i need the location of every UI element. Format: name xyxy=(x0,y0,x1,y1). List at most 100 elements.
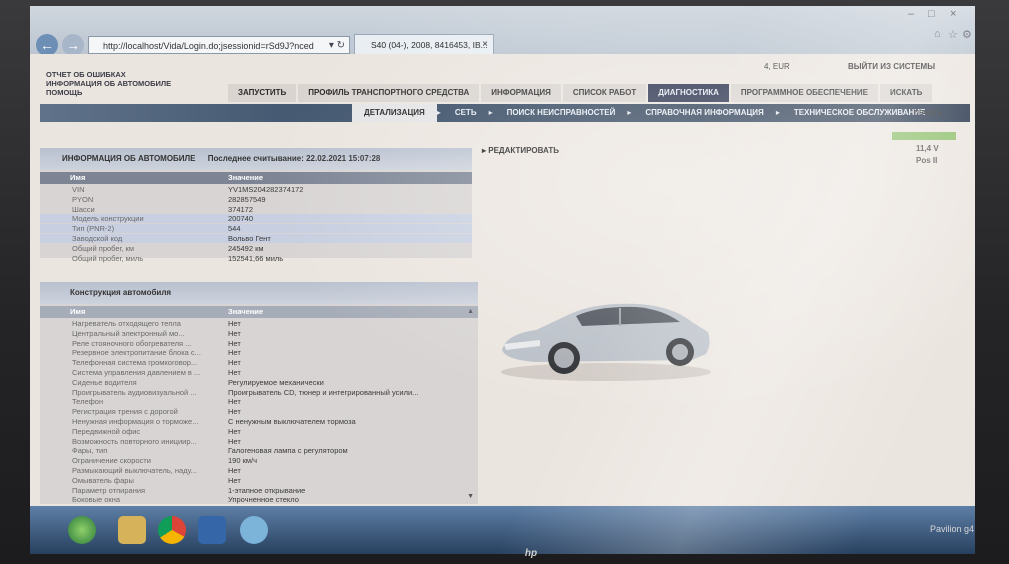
col-value: Значение xyxy=(228,307,264,316)
table-row[interactable]: Общий пробег, км 245492 км xyxy=(40,244,472,253)
table-row[interactable]: Реле стояночного обогревателя ... Нет xyxy=(40,339,478,348)
home-icon[interactable]: ⌂ xyxy=(934,28,941,40)
tab-software[interactable]: ПРОГРАММНОЕ ОБЕСПЕЧЕНИЕ xyxy=(730,84,878,102)
construction-header: Конструкция автомобиля xyxy=(40,282,478,304)
row-name: Модель конструкции xyxy=(72,214,144,224)
table-row[interactable]: Ненужная информация о торможе... С ненужн… xyxy=(40,417,478,426)
row-name: Сиденье водителя xyxy=(72,377,137,387)
vida-page: ОТЧЕТ ОБ ОШИБКАХ ИНФОРМАЦИЯ ОБ АВТОМОБИЛ… xyxy=(30,54,975,506)
row-name: Проигрыватель аудиовизуальной ... xyxy=(72,387,197,397)
table-row[interactable]: Сиденье водителя Регулируемое механически xyxy=(40,378,478,387)
address-bar[interactable]: http://localhost/Vida/Login.do;jsessioni… xyxy=(88,36,350,54)
table-row[interactable]: Регистрация трения с дорогой Нет xyxy=(40,407,478,416)
table-row[interactable]: Заводской код Вольво Гент xyxy=(40,234,472,243)
tab-close-icon[interactable]: × xyxy=(482,35,488,54)
table-row[interactable]: Общий пробег, миль 152541,66 миль xyxy=(40,254,472,263)
floppy-icon[interactable] xyxy=(198,516,226,544)
minimize-icon[interactable]: – xyxy=(908,8,914,20)
row-value: YV1MS204282374172 xyxy=(228,185,304,194)
subtab-troubleshooting[interactable]: ПОИСК НЕИСПРАВНОСТЕЙ xyxy=(495,104,628,122)
tab-title: S40 (04-), 2008, 8416453, IB... xyxy=(371,40,488,50)
scroll-down-icon[interactable]: ▼ xyxy=(467,493,474,500)
table-row[interactable]: Параметр отпирания 1-этапное открывание xyxy=(40,486,478,495)
table-row[interactable]: Телефонная система громкоговор... Нет xyxy=(40,358,478,367)
row-name: Ограничение скорости xyxy=(72,456,151,466)
row-value: Нет xyxy=(228,407,241,417)
logout-link[interactable]: ВЫЙТИ ИЗ СИСТЕМЫ xyxy=(848,62,935,71)
table-row[interactable]: Тип (PNR-2) 544 xyxy=(40,224,472,234)
table-row[interactable]: Модель конструкции 200740 xyxy=(40,214,472,224)
row-name: Шасси xyxy=(72,204,95,214)
table-row[interactable]: Ограничение скорости 190 км/ч xyxy=(40,456,478,465)
address-url: http://localhost/Vida/Login.do;jsessioni… xyxy=(103,41,314,51)
favorites-icon[interactable]: ☆ xyxy=(948,28,958,41)
edit-link[interactable]: ▸ РЕДАКТИРОВАТЬ xyxy=(482,146,559,155)
row-value: 374172 xyxy=(228,204,254,214)
row-value: 200740 xyxy=(228,214,254,224)
folder-icon[interactable] xyxy=(118,516,146,544)
forward-button[interactable]: → xyxy=(62,34,84,56)
browser-tab[interactable]: S40 (04-), 2008, 8416453, IB... × xyxy=(354,34,494,54)
row-name: Боковые окна xyxy=(72,495,121,505)
subtab-details[interactable]: ДЕТАЛИЗАЦИЯ xyxy=(352,104,437,122)
table-row[interactable]: Возможность повторного инициир... Нет xyxy=(40,437,478,446)
row-name: Телефонная система громкоговор... xyxy=(72,358,198,368)
table-row[interactable]: Фары, тип Галогеновая лампа с регулятором xyxy=(40,446,478,455)
row-name: Резервное электропитание блока с... xyxy=(72,348,201,358)
row-value: Нет xyxy=(228,338,241,348)
subtab-network[interactable]: СЕТЬ xyxy=(443,104,489,122)
construction-title: Конструкция автомобиля xyxy=(70,288,172,297)
row-value: 245492 км xyxy=(228,243,264,253)
table-row[interactable]: Проигрыватель аудиовизуальной ... Проигры… xyxy=(40,388,478,397)
currency-label: 4, EUR xyxy=(764,62,790,71)
table-row[interactable]: Нагреватель отходящего тепла Нет xyxy=(40,319,478,328)
table-row[interactable]: Размыкающий выключатель, наду... Нет xyxy=(40,466,478,475)
row-value: 282857549 xyxy=(228,194,266,204)
tab-information[interactable]: ИНФОРМАЦИЯ xyxy=(481,84,561,102)
tab-vehicle-profile[interactable]: ПРОФИЛЬ ТРАНСПОРТНОГО СРЕДСТВА xyxy=(298,84,480,102)
refresh-icon[interactable]: ▾ ↻ xyxy=(329,37,345,53)
row-name: Общий пробег, миль xyxy=(72,253,144,263)
scroll-up-icon[interactable]: ▲ xyxy=(467,308,474,315)
error-report-link[interactable]: ОТЧЕТ ОБ ОШИБКАХ xyxy=(46,70,171,79)
row-value: Нет xyxy=(228,358,241,368)
table-row[interactable]: Передвижной офис Нет xyxy=(40,427,478,436)
table-row[interactable]: VIN YV1MS204282374172 xyxy=(40,185,472,194)
construction-columns: Имя Значение ▲ xyxy=(40,306,478,318)
table-row[interactable]: Омыватель фары Нет xyxy=(40,476,478,485)
vehicle-info-header: ИНФОРМАЦИЯ ОБ АВТОМОБИЛЕ Последнее считы… xyxy=(40,148,472,170)
taskbar xyxy=(30,506,975,554)
gear-icon[interactable]: ⚙ xyxy=(962,28,972,41)
tab-work-list[interactable]: СПИСОК РАБОТ xyxy=(562,84,647,102)
maximize-icon[interactable]: □ xyxy=(928,8,935,20)
row-value: Нет xyxy=(228,319,241,328)
table-row[interactable]: PYON 282857549 xyxy=(40,195,472,204)
row-name: Ненужная информация о торможе... xyxy=(72,417,199,426)
table-row[interactable]: Резервное электропитание блока с... Нет xyxy=(40,348,478,357)
main-nav: ЗАПУСТИТЬ ПРОФИЛЬ ТРАНСПОРТНОГО СРЕДСТВА… xyxy=(228,84,933,102)
col-value: Значение xyxy=(228,173,264,182)
ie-icon[interactable] xyxy=(240,516,268,544)
tab-search[interactable]: ИСКАТЬ xyxy=(879,84,933,102)
table-row[interactable]: Телефон Нет xyxy=(40,397,478,406)
help-link[interactable]: ПОМОЩЬ xyxy=(46,88,171,97)
tab-start[interactable]: ЗАПУСТИТЬ xyxy=(228,84,297,102)
vehicle-info-link[interactable]: ИНФОРМАЦИЯ ОБ АВТОМОБИЛЕ xyxy=(46,79,171,88)
row-name: VIN xyxy=(72,185,85,194)
start-orb-icon[interactable] xyxy=(68,516,96,544)
subtab-reference[interactable]: СПРАВОЧНАЯ ИНФОРМАЦИЯ xyxy=(633,104,775,122)
table-row[interactable]: Боковые окна Упрочненное стекло xyxy=(40,495,478,504)
row-name: Омыватель фары xyxy=(72,475,134,485)
close-window-icon[interactable]: × xyxy=(950,8,956,20)
col-name: Имя xyxy=(70,307,86,316)
tab-diagnostics[interactable]: ДИАГНОСТИКА xyxy=(648,84,729,102)
print-link[interactable]: ПЕЧАТЬ xyxy=(914,110,943,117)
back-button[interactable]: ← xyxy=(36,34,58,56)
chrome-icon[interactable] xyxy=(158,516,186,544)
row-name: PYON xyxy=(72,194,94,204)
table-row[interactable]: Система управления давлением в ... Нет xyxy=(40,368,478,377)
row-value: Нет xyxy=(228,328,241,338)
table-row[interactable]: Шасси 374172 xyxy=(40,205,472,214)
table-row[interactable]: Центральный электронный мо... Нет xyxy=(40,329,478,338)
row-value: 152541,66 миль xyxy=(228,253,284,263)
